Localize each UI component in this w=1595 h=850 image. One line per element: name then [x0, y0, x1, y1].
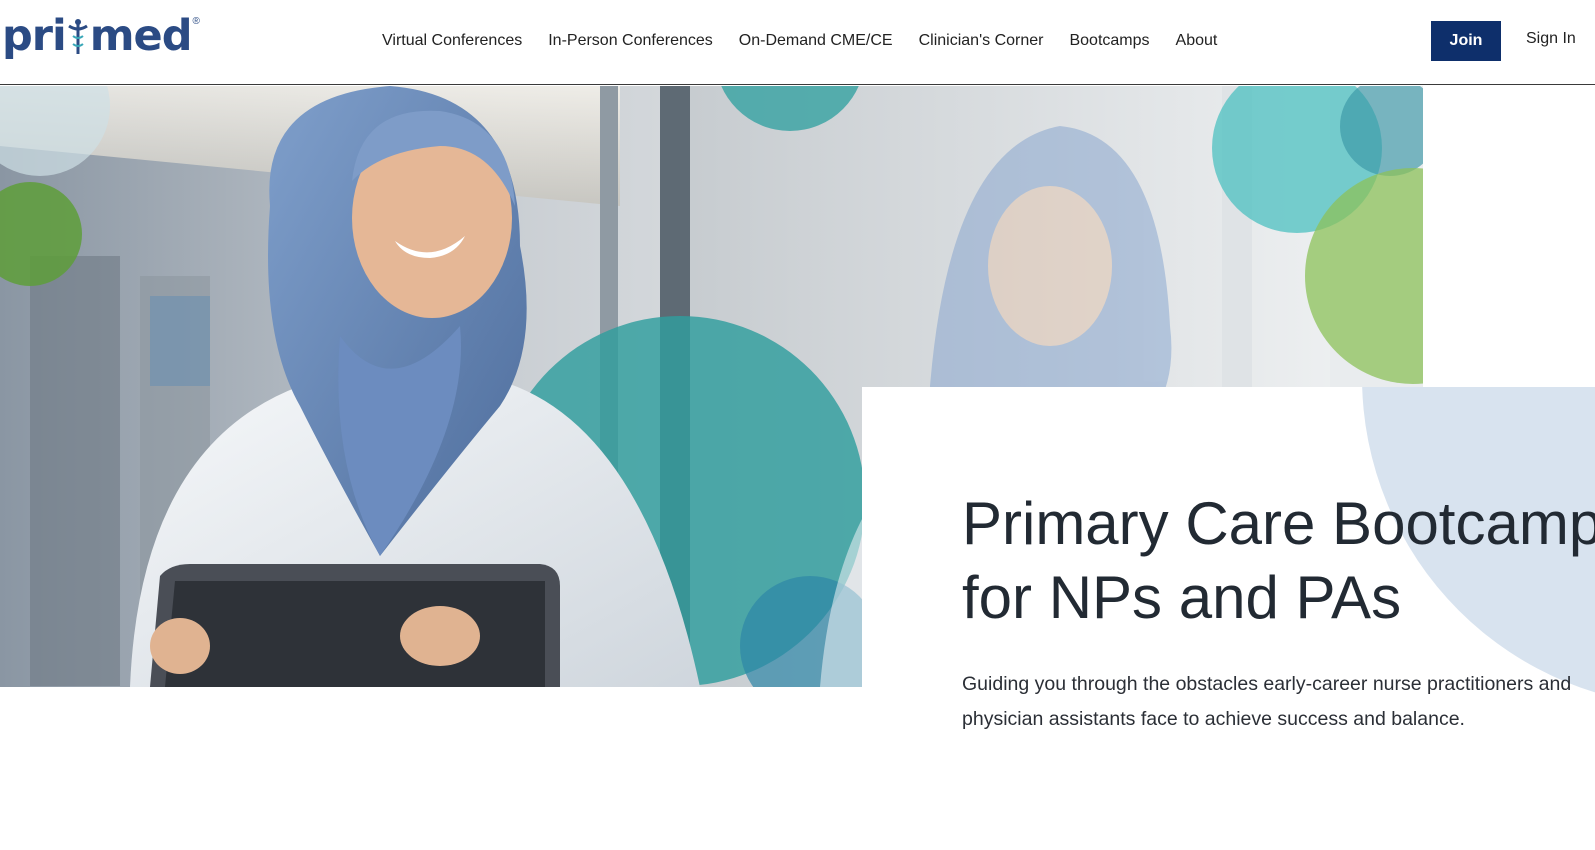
registered-mark: ® [192, 16, 200, 27]
logo-wordmark: pri med [2, 8, 193, 64]
hero-title-line-2: for NPs and PAs [962, 564, 1402, 631]
nav-in-person-conferences[interactable]: In-Person Conferences [548, 32, 713, 50]
logo-text-left: pri [2, 11, 67, 61]
caduceus-icon [67, 19, 88, 54]
hero-text-panel: Primary Care Bootcamp for NPs and PAs Gu… [862, 387, 1595, 850]
nav-bootcamps[interactable]: Bootcamps [1069, 32, 1149, 50]
nav-on-demand-cme[interactable]: On-Demand CME/CE [739, 32, 893, 50]
main-nav: Virtual Conferences In-Person Conference… [382, 28, 1243, 54]
sign-in-link[interactable]: Sign In [1526, 30, 1576, 48]
page: pri med ® Virtual Conferences In-Person … [0, 0, 1595, 850]
hero-subtitle: Guiding you through the obstacles early-… [962, 673, 1572, 730]
join-button[interactable]: Join [1431, 21, 1501, 61]
nav-clinicians-corner[interactable]: Clinician's Corner [919, 32, 1044, 50]
nav-about[interactable]: About [1176, 32, 1218, 50]
hero-title: Primary Care Bootcamp for NPs and PAs [962, 487, 1595, 635]
logo-text-right: med [89, 11, 193, 61]
site-header: pri med ® Virtual Conferences In-Person … [0, 0, 1595, 85]
primed-logo[interactable]: pri med ® [2, 8, 200, 68]
nav-virtual-conferences[interactable]: Virtual Conferences [382, 32, 522, 50]
hero-title-line-1: Primary Care Bootcamp [962, 490, 1595, 557]
